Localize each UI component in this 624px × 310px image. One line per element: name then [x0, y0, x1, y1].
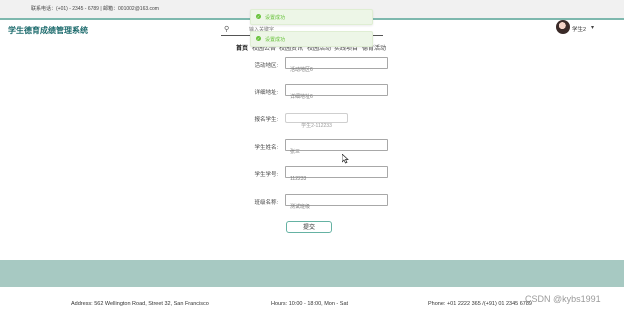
chevron-down-icon[interactable]: ▾ — [591, 24, 594, 31]
class-name-field[interactable] — [285, 194, 388, 212]
nav-item-home[interactable]: 首页 — [236, 43, 248, 52]
submit-button[interactable]: 提交 — [286, 221, 332, 233]
address-input[interactable] — [286, 91, 387, 102]
toast-message: 设置成功 — [265, 15, 286, 21]
field-label: 活动地区: — [254, 63, 278, 69]
form-row-region: 活动地区: — [250, 57, 278, 71]
field-label: 报名学生: — [254, 117, 278, 123]
watermark: CSDN @kybs1991 — [525, 294, 601, 304]
field-label: 学生姓名: — [254, 145, 278, 151]
success-toast: ✓ 设置成功 — [250, 9, 373, 25]
field-label: 详细地址: — [254, 90, 278, 96]
form-row-address: 详细地址: — [250, 84, 278, 98]
region-input[interactable] — [286, 64, 387, 75]
footer-phone: Phone: +01 2222 365 /(+91) 01 2345 6789 — [428, 301, 532, 307]
form-row-student: 报名学生: — [250, 111, 278, 125]
page-footer: Address: 562 Wellington Road, Street 32,… — [0, 287, 624, 310]
enrolled-student-input[interactable] — [286, 121, 347, 130]
check-circle-icon: ✓ — [256, 36, 261, 41]
success-toast: ✓ 设置成功 — [250, 31, 373, 47]
footer-hours: Hours: 10:00 - 18:00, Mon - Sat — [271, 301, 349, 307]
user-name[interactable]: 学生2 — [572, 25, 586, 33]
check-circle-icon: ✓ — [256, 14, 261, 19]
toast-message: 设置成功 — [265, 37, 286, 43]
field-label: 学生学号: — [254, 172, 278, 178]
student-id-field[interactable] — [285, 166, 388, 184]
region-field[interactable] — [285, 57, 388, 75]
student-id-input[interactable] — [286, 174, 387, 184]
class-name-input[interactable] — [286, 201, 387, 212]
footer-address: Address: 562 Wellington Road, Street 32,… — [71, 301, 209, 307]
address-field[interactable] — [285, 84, 388, 102]
field-label: 班级名称: — [254, 200, 278, 206]
contact-info: 联系电话：(+01) - 2345 - 6789 | 邮箱：001002@163… — [31, 6, 159, 12]
student-name-field[interactable] — [285, 139, 388, 157]
search-icon[interactable]: ⚲ — [224, 25, 229, 33]
form-row-name: 学生姓名: — [250, 139, 278, 153]
form-row-class: 班级名称: — [250, 194, 278, 208]
footer-band — [0, 260, 624, 287]
student-name-input[interactable] — [286, 146, 387, 157]
site-title[interactable]: 学生德育成绩管理系统 — [8, 25, 88, 36]
enrolled-student-field[interactable] — [285, 113, 348, 130]
form-row-id: 学生学号: — [250, 166, 278, 180]
avatar[interactable] — [556, 20, 570, 34]
